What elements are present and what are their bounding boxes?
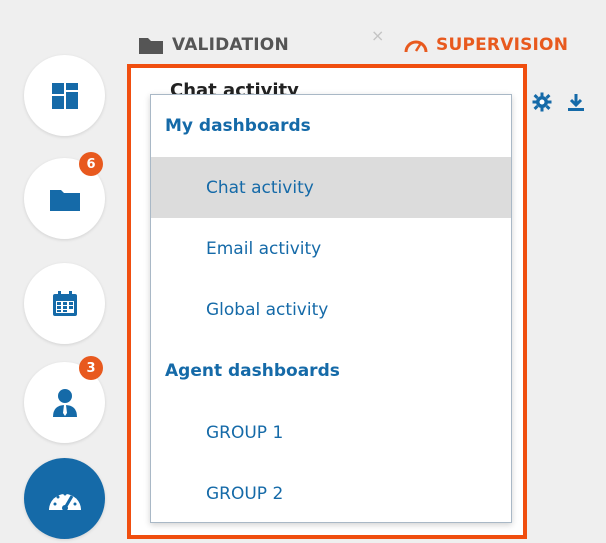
dashboard-dropdown-menu: My dashboards Chat activity Email activi…	[150, 94, 512, 523]
folder-icon	[49, 189, 80, 211]
folder-count-badge: 6	[79, 152, 103, 176]
sidebar-item-calendar[interactable]	[24, 263, 105, 344]
tab-validation[interactable]: VALIDATION	[138, 30, 289, 60]
folder-icon	[139, 38, 163, 54]
menu-item-group-1[interactable]: GROUP 1	[151, 402, 511, 463]
menu-section-my-dashboards: My dashboards	[165, 116, 311, 136]
menu-item-global-activity[interactable]: Global activity	[151, 279, 511, 340]
menu-section-agent-dashboards: Agent dashboards	[165, 361, 340, 381]
agent-user-icon	[52, 388, 77, 417]
tab-label: VALIDATION	[172, 35, 289, 55]
download-icon[interactable]	[566, 92, 586, 112]
agent-count-badge: 3	[79, 356, 103, 380]
sidebar-item-dashboards[interactable]	[24, 55, 105, 136]
gauge-icon	[48, 492, 81, 511]
tab-supervision[interactable]: SUPERVISION	[404, 30, 568, 60]
gauge-icon	[404, 40, 428, 53]
sidebar-item-agents[interactable]: 3	[24, 356, 105, 443]
tab-label: SUPERVISION	[436, 35, 569, 55]
calendar-icon	[52, 290, 77, 316]
menu-item-email-activity[interactable]: Email activity	[151, 218, 511, 279]
sidebar-item-folders[interactable]: 6	[24, 152, 105, 239]
close-tab-icon[interactable]: ×	[371, 26, 384, 45]
sidebar-item-supervision[interactable]	[24, 458, 105, 539]
dashboard-toolbar	[532, 92, 586, 112]
dashboard-grid-icon	[51, 82, 78, 109]
gear-icon[interactable]	[532, 92, 552, 112]
menu-item-group-2[interactable]: GROUP 2	[151, 463, 511, 524]
menu-item-chat-activity[interactable]: Chat activity	[151, 157, 511, 218]
